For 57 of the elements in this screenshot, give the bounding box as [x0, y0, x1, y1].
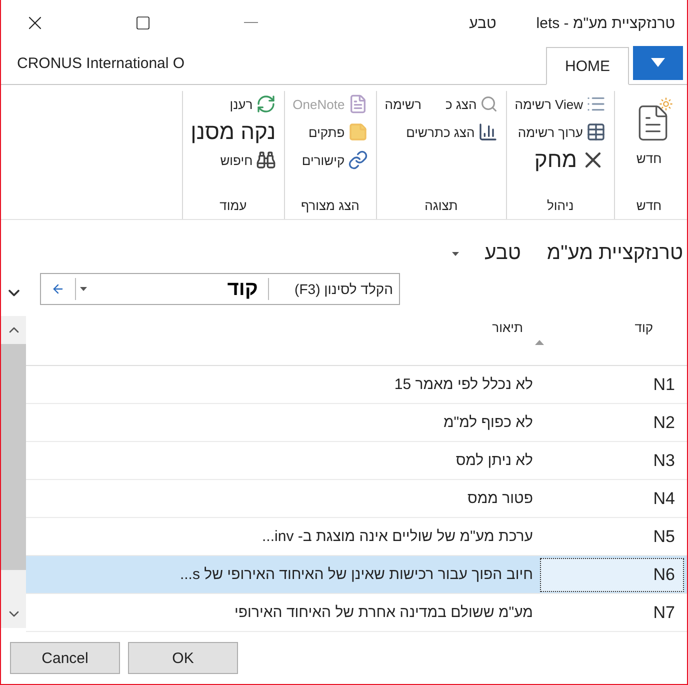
ribbon-button[interactable]: הצג כתרשים: [406, 122, 498, 142]
ribbon-button[interactable]: נקה מסנן: [190, 119, 276, 145]
filter-field-dropdown[interactable]: קוד: [75, 278, 268, 300]
ribbon-button[interactable]: חיפוש: [220, 150, 276, 170]
chart-icon: [478, 122, 498, 142]
arrow-left-icon: [51, 282, 65, 296]
ribbon-label: רשימה: [384, 96, 422, 112]
ribbon-button[interactable]: מחק: [534, 147, 606, 173]
group-label: עמוד: [218, 198, 248, 215]
minimize-icon: [244, 22, 258, 24]
table-cell-text: N4: [652, 488, 676, 510]
ribbon-button[interactable]: חדש: [623, 91, 675, 166]
column-header[interactable]: תיאור: [492, 310, 537, 365]
dialog-button[interactable]: Cancel: [10, 642, 120, 674]
binoculars-icon: [256, 150, 276, 170]
menu-dropdown-button[interactable]: [633, 46, 683, 80]
ribbon-button[interactable]: קישורים: [302, 150, 368, 170]
table-cell-text: מע"מ ששולם במדינה אחרת של האיחוד האירופי: [234, 604, 534, 621]
caret-icon: [80, 287, 87, 291]
refresh-icon: [256, 94, 276, 114]
ribbon-button[interactable]: רענן: [230, 94, 276, 114]
table-cell-text: חיוב הפוך עבור רכישות שאינן של האיחוד האירופי של s...: [180, 566, 534, 583]
group-label: חדש: [635, 198, 663, 215]
link-icon: [348, 150, 368, 170]
company-name: CRONUS International O: [16, 55, 186, 74]
table-cell-text: פטור ממס: [468, 490, 534, 507]
note-icon: [348, 122, 368, 142]
scrollbar[interactable]: [1, 316, 26, 628]
group-label: ניהול: [546, 198, 575, 215]
table-cell-text: ערכת מע"מ של שוליים אינה מוצגת ב- inv...: [262, 528, 534, 545]
company-name: טבע: [484, 242, 521, 265]
caret-icon: [651, 58, 665, 68]
maximize-icon: [135, 15, 151, 31]
company-name: טבע: [469, 14, 496, 32]
table-cell-text: N3: [652, 450, 676, 472]
edit-table-icon: [586, 122, 606, 142]
ribbon-button[interactable]: ערוך רשימה: [518, 122, 606, 142]
table-cell-text: לא נכלל לפי מאמר 15: [394, 376, 534, 393]
table-cell-text: N5: [652, 526, 676, 548]
table-cell-text: N2: [652, 412, 676, 434]
group-label: הצג מצורף: [300, 198, 360, 215]
ribbon-button[interactable]: View רשימה: [514, 94, 606, 114]
table-cell-text: N7: [652, 602, 676, 624]
table-cell: N6: [540, 558, 684, 592]
window-title: טרנזקציית מע"מ - lets: [536, 14, 675, 32]
page-title: טרנזקציית מע"מ: [546, 242, 683, 265]
caret-icon[interactable]: [452, 252, 459, 256]
table-cell-text: N1: [652, 374, 676, 396]
filter-box[interactable]: הקלד לסינון (F3) קוד: [40, 273, 400, 305]
table-cell-text: לא כפוף למ"מ: [443, 414, 534, 431]
ribbon-tab[interactable]: HOME: [546, 47, 629, 85]
column-header[interactable]: קוד: [537, 310, 687, 365]
ribbon-button[interactable]: הצג כ: [445, 95, 498, 113]
ribbon-button[interactable]: פתקים: [308, 122, 368, 142]
dialog-button[interactable]: OK: [128, 642, 238, 674]
group-label: תצוגה: [424, 198, 459, 215]
table-cell-text: לא ניתן למס: [456, 452, 534, 469]
